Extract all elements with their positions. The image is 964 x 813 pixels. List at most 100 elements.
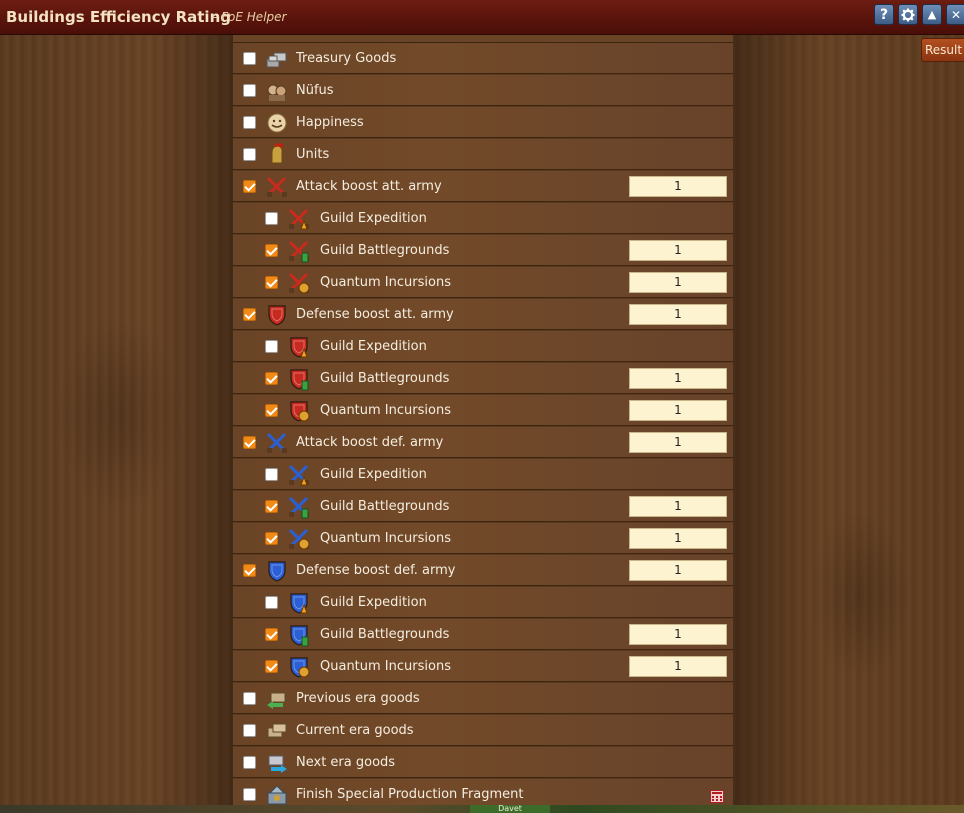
row-label: Units bbox=[296, 147, 330, 162]
weight-input[interactable]: 1 bbox=[629, 560, 727, 581]
background-shade-left bbox=[150, 35, 233, 813]
attack-att-gbg-icon bbox=[287, 239, 311, 263]
defense-att-ge-icon bbox=[287, 335, 311, 359]
weight-input[interactable]: 1 bbox=[629, 272, 727, 293]
minimize-button[interactable]: ▲ bbox=[922, 4, 942, 25]
row-checkbox[interactable] bbox=[265, 276, 278, 289]
weight-input[interactable]: 1 bbox=[629, 496, 727, 517]
row-checkbox[interactable] bbox=[243, 148, 256, 161]
close-button[interactable]: ✕ bbox=[946, 4, 964, 25]
boost-options-list[interactable]: Treasury Goods Nüfus Happiness Units Attack … bbox=[233, 35, 733, 805]
happiness-icon bbox=[265, 111, 289, 135]
attack-att-icon bbox=[265, 175, 289, 199]
close-icon: ✕ bbox=[950, 7, 962, 22]
weight-input[interactable]: 1 bbox=[629, 368, 727, 389]
row-checkbox[interactable] bbox=[243, 724, 256, 737]
help-icon: ? bbox=[879, 6, 889, 23]
defense-att-icon bbox=[265, 303, 289, 327]
row-label: Current era goods bbox=[296, 723, 414, 738]
help-button[interactable]: ? bbox=[874, 4, 894, 25]
list-item[interactable]: Happiness bbox=[233, 107, 733, 138]
row-checkbox[interactable] bbox=[265, 404, 278, 417]
row-label: Quantum Incursions bbox=[320, 275, 451, 290]
weight-input[interactable]: 1 bbox=[629, 240, 727, 261]
list-item[interactable]: Nüfus bbox=[233, 75, 733, 106]
defense-def-icon bbox=[265, 559, 289, 583]
list-item[interactable]: Attack boost att. army 1 bbox=[233, 171, 733, 202]
row-checkbox[interactable] bbox=[265, 244, 278, 257]
row-label: Guild Expedition bbox=[320, 595, 427, 610]
row-label: Guild Battlegrounds bbox=[320, 243, 450, 258]
row-checkbox[interactable] bbox=[243, 116, 256, 129]
row-checkbox[interactable] bbox=[243, 84, 256, 97]
row-label: Treasury Goods bbox=[296, 51, 397, 66]
row-checkbox[interactable] bbox=[243, 756, 256, 769]
list-item-sub[interactable]: Guild Expedition bbox=[233, 331, 733, 362]
window-title: Buildings Efficiency Rating bbox=[6, 8, 231, 26]
chevron-up-icon: ▲ bbox=[927, 8, 937, 21]
list-item-sub[interactable]: Guild Expedition bbox=[233, 203, 733, 234]
current-era-goods-icon bbox=[265, 719, 289, 743]
row-checkbox[interactable] bbox=[265, 532, 278, 545]
row-checkbox[interactable] bbox=[265, 468, 278, 481]
list-item-sub[interactable]: Quantum Incursions 1 bbox=[233, 651, 733, 682]
settings-button[interactable] bbox=[898, 4, 918, 25]
row-checkbox[interactable] bbox=[265, 500, 278, 513]
row-checkbox[interactable] bbox=[243, 52, 256, 65]
list-item-sub[interactable]: Guild Battlegrounds 1 bbox=[233, 363, 733, 394]
row-label: Defense boost att. army bbox=[296, 307, 454, 322]
weight-input[interactable]: 1 bbox=[629, 656, 727, 677]
list-item[interactable]: Attack boost def. army 1 bbox=[233, 427, 733, 458]
game-bottom-strip: Davet bbox=[0, 805, 964, 813]
list-item[interactable]: Units bbox=[233, 139, 733, 170]
list-item[interactable]: Finish Special Production Fragment bbox=[233, 779, 733, 805]
list-item[interactable]: Treasury Goods bbox=[233, 43, 733, 74]
weight-input[interactable]: 1 bbox=[629, 176, 727, 197]
row-checkbox[interactable] bbox=[265, 340, 278, 353]
bottom-tab[interactable]: Davet bbox=[470, 805, 550, 813]
units-icon bbox=[265, 143, 289, 167]
row-checkbox[interactable] bbox=[243, 692, 256, 705]
row-checkbox[interactable] bbox=[265, 660, 278, 673]
row-checkbox[interactable] bbox=[243, 308, 256, 321]
attack-att-qi-icon bbox=[287, 271, 311, 295]
row-checkbox[interactable] bbox=[265, 372, 278, 385]
list-item-sub[interactable]: Guild Battlegrounds 1 bbox=[233, 619, 733, 650]
weight-input[interactable]: 1 bbox=[629, 400, 727, 421]
defense-att-qi-icon bbox=[287, 399, 311, 423]
row-label: Guild Battlegrounds bbox=[320, 371, 450, 386]
list-item-sub[interactable]: Quantum Incursions 1 bbox=[233, 395, 733, 426]
weight-input[interactable]: 1 bbox=[629, 432, 727, 453]
row-checkbox[interactable] bbox=[243, 436, 256, 449]
list-item[interactable]: Defense boost def. army 1 bbox=[233, 555, 733, 586]
weight-input[interactable]: 1 bbox=[629, 624, 727, 645]
row-label: Guild Expedition bbox=[320, 467, 427, 482]
defense-def-gbg-icon bbox=[287, 623, 311, 647]
result-button[interactable]: Result bbox=[921, 38, 964, 62]
list-item-sub[interactable]: Guild Battlegrounds 1 bbox=[233, 235, 733, 266]
list-item[interactable]: Current era goods bbox=[233, 715, 733, 746]
row-label: Attack boost def. army bbox=[296, 435, 444, 450]
row-checkbox[interactable] bbox=[265, 628, 278, 641]
window-subtitle: - FoE Helper bbox=[213, 10, 287, 24]
row-checkbox[interactable] bbox=[243, 564, 256, 577]
list-item-sub[interactable]: Quantum Incursions 1 bbox=[233, 523, 733, 554]
list-item[interactable]: Next era goods bbox=[233, 747, 733, 778]
row-label: Guild Battlegrounds bbox=[320, 627, 450, 642]
row-checkbox[interactable] bbox=[243, 788, 256, 801]
row-checkbox[interactable] bbox=[265, 596, 278, 609]
list-item-sub[interactable]: Guild Battlegrounds 1 bbox=[233, 491, 733, 522]
list-item[interactable]: Defense boost att. army 1 bbox=[233, 299, 733, 330]
window-titlebar[interactable]: Buildings Efficiency Rating - FoE Helper… bbox=[0, 0, 964, 35]
row-label: Quantum Incursions bbox=[320, 403, 451, 418]
list-item-sub[interactable]: Guild Expedition bbox=[233, 587, 733, 618]
list-item-sub[interactable]: Quantum Incursions 1 bbox=[233, 267, 733, 298]
weight-input[interactable]: 1 bbox=[629, 528, 727, 549]
list-item[interactable]: Previous era goods bbox=[233, 683, 733, 714]
row-label: Next era goods bbox=[296, 755, 396, 770]
list-item-sub[interactable]: Guild Expedition bbox=[233, 459, 733, 490]
row-checkbox[interactable] bbox=[265, 212, 278, 225]
calculator-icon[interactable] bbox=[710, 788, 724, 803]
weight-input[interactable]: 1 bbox=[629, 304, 727, 325]
row-checkbox[interactable] bbox=[243, 180, 256, 193]
